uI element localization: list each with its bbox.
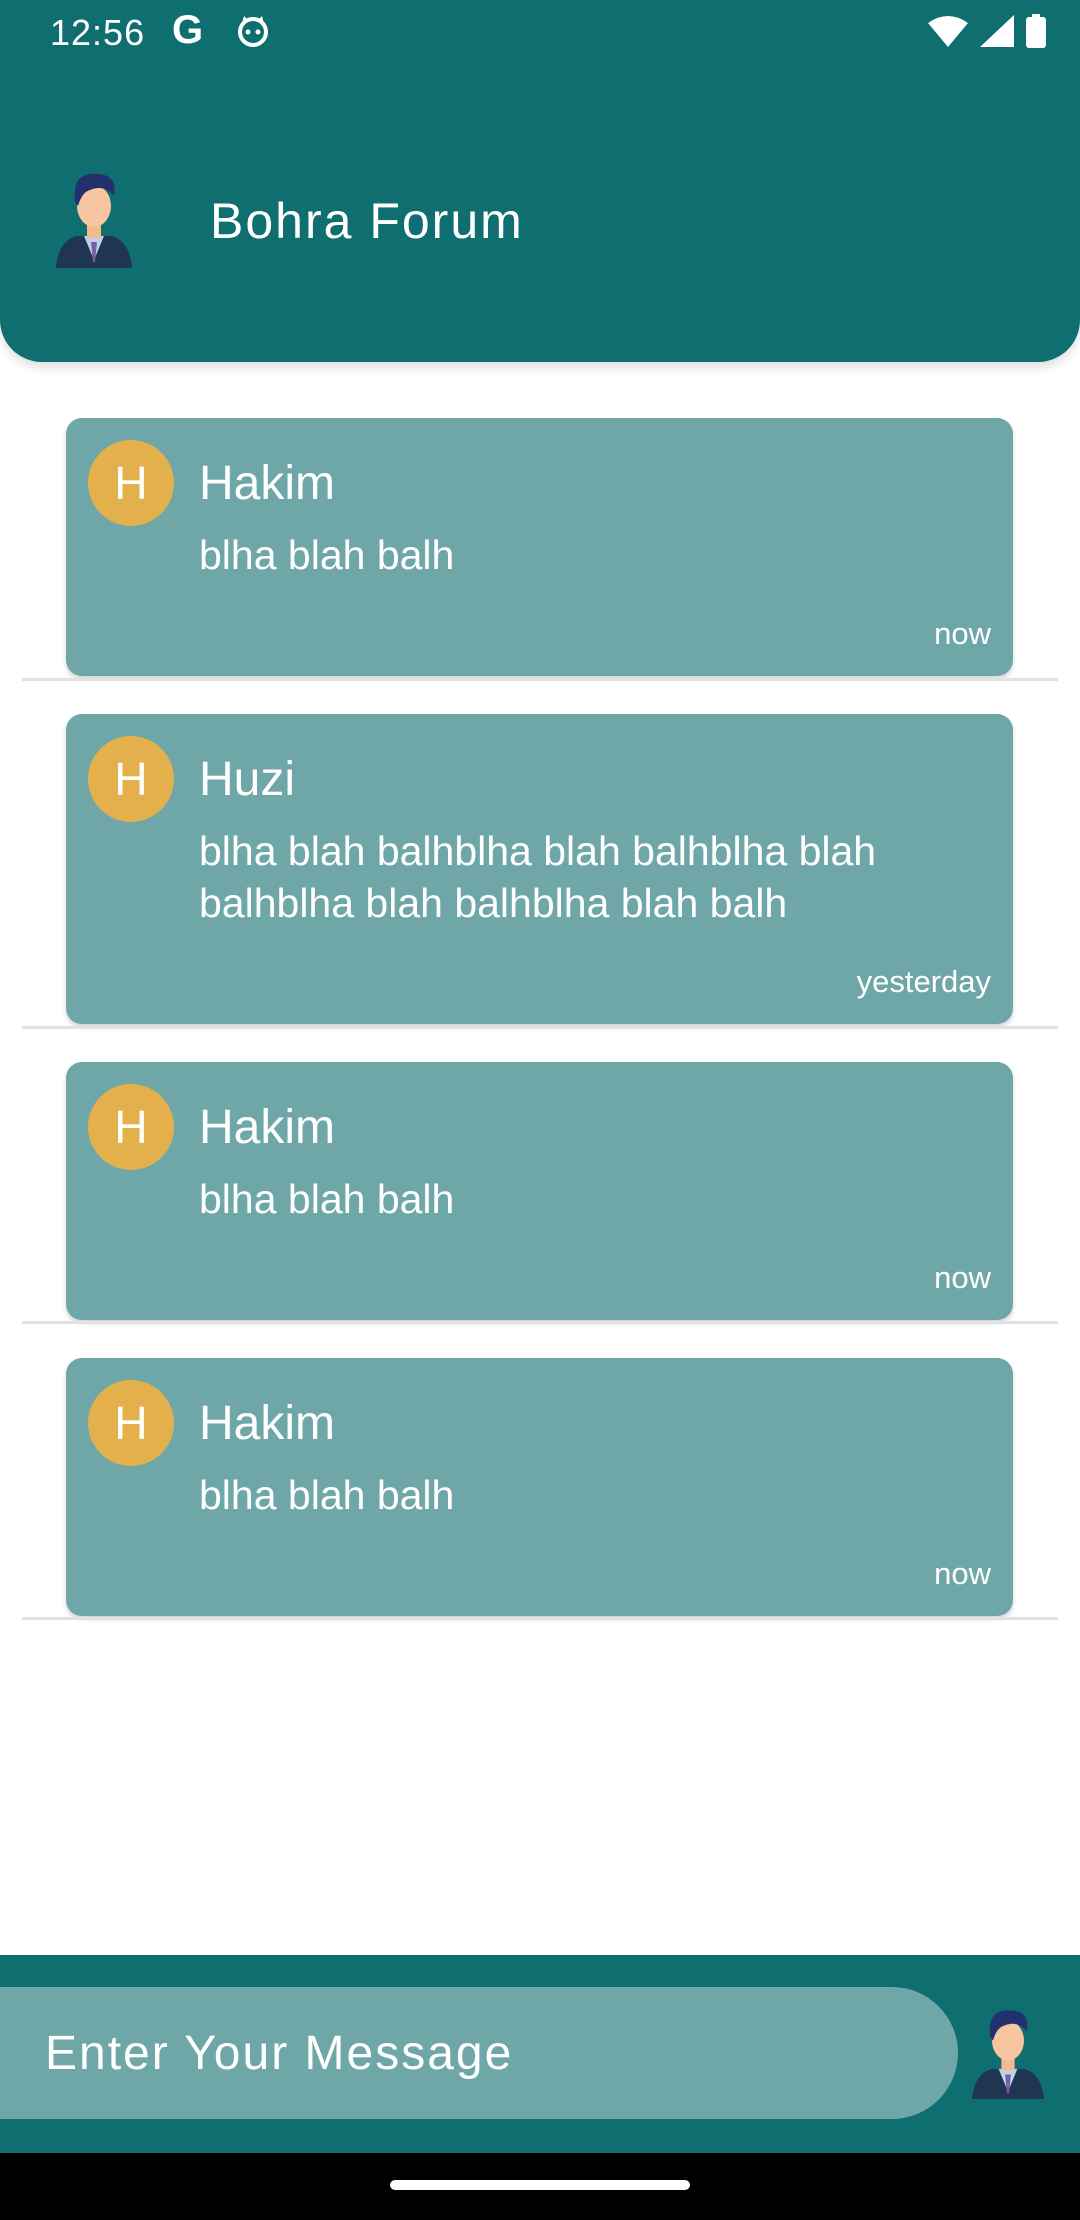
sender-avatar: H	[88, 736, 174, 822]
person-avatar-icon[interactable]	[970, 2003, 1046, 2099]
app-header: 12:56 G Bohra Forum	[0, 0, 1080, 362]
message-card[interactable]: H Hakim blha blah balh now	[66, 1062, 1013, 1320]
message-card[interactable]: H Huzi blha blah balhblha blah balhblha …	[66, 714, 1013, 1024]
sender-avatar: H	[88, 1380, 174, 1466]
sender-name: Hakim	[199, 1101, 336, 1154]
sender-avatar: H	[88, 440, 174, 526]
message-text: blha blah balh	[199, 1472, 455, 1518]
list-item[interactable]: H Hakim blha blah balh now	[0, 362, 1080, 676]
message-list[interactable]: H Hakim blha blah balh now	[0, 362, 1080, 676]
list-divider	[22, 678, 1058, 681]
system-nav-bar	[0, 2153, 1080, 2220]
message-time: yesterday	[856, 964, 991, 999]
message-text: blha blah balh	[199, 532, 455, 578]
message-text: blha blah balh	[199, 1176, 455, 1222]
message-card[interactable]: H Hakim blha blah balh now	[66, 1358, 1013, 1616]
message-input[interactable]	[0, 1987, 958, 2119]
sender-name: Hakim	[199, 457, 336, 510]
message-time: now	[934, 1556, 991, 1591]
app-title: Bohra Forum	[210, 193, 524, 249]
sender-name: Huzi	[199, 753, 296, 806]
message-time: now	[934, 1260, 991, 1295]
android-cat-icon	[238, 16, 268, 47]
message-text: blha blah balhblha blah balhblha blah ba…	[199, 828, 877, 926]
sender-name: Hakim	[199, 1397, 336, 1450]
message-time: now	[934, 616, 991, 651]
message-card[interactable]: H Hakim blha blah balh now	[66, 418, 1013, 676]
sender-avatar: H	[88, 1084, 174, 1170]
status-time: 12:56	[50, 12, 146, 53]
list-divider	[22, 1026, 1058, 1029]
list-divider	[22, 1617, 1058, 1620]
home-gesture-handle[interactable]	[390, 2180, 690, 2190]
google-icon: G	[172, 8, 204, 52]
message-composer	[0, 1955, 1080, 2153]
signal-icon	[980, 15, 1014, 47]
battery-icon	[1026, 14, 1046, 48]
list-divider	[22, 1321, 1058, 1324]
person-avatar-icon	[56, 173, 132, 268]
wifi-icon	[928, 16, 968, 47]
status-bar: 12:56 G	[0, 0, 1080, 66]
